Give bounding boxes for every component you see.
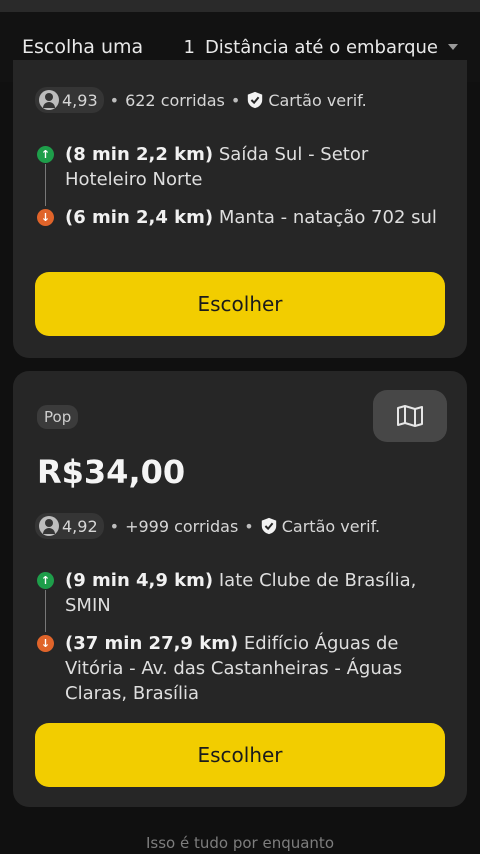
dropoff-stop: ↓ (37 min 27,9 km) Edifício Águas de Vit… xyxy=(35,631,445,706)
chevron-down-icon xyxy=(448,44,458,50)
choose-button[interactable]: Escolher xyxy=(35,723,445,787)
ride-count: 622 corridas xyxy=(125,90,225,110)
rating-badge: 4,92 xyxy=(35,513,104,539)
pickup-stop: ↑ (8 min 2,2 km) Saída Sul - Setor Hotel… xyxy=(35,142,445,192)
shield-check-icon xyxy=(261,517,276,535)
route: ↑ (9 min 4,9 km) Iate Clube de Brasília,… xyxy=(35,568,445,706)
shield-check-icon xyxy=(248,91,263,109)
price: R$34,00 xyxy=(37,453,186,491)
separator-dot: • xyxy=(230,90,241,110)
user-circle-icon xyxy=(39,90,59,110)
arrow-down-icon: ↓ xyxy=(37,209,54,226)
sort-label: Distância até o embarque xyxy=(204,36,438,58)
rating-badge: 4,93 xyxy=(35,87,104,113)
verified-label: Cartão verif. xyxy=(268,90,367,110)
status-bar xyxy=(0,0,480,12)
pickup-eta: (8 min 2,2 km) xyxy=(65,144,214,165)
verified-label: Cartão verif. xyxy=(281,516,381,536)
user-circle-icon xyxy=(39,516,59,536)
page-title: Escolha uma xyxy=(22,36,144,58)
sort-dropdown[interactable]: 1 Distância até o embarque xyxy=(183,37,458,58)
separator-dot: • xyxy=(244,516,254,536)
dropoff-eta: (37 min 27,9 km) xyxy=(65,633,239,654)
rating-value: 4,93 xyxy=(62,90,98,110)
dropoff-eta: (6 min 2,4 km) xyxy=(65,207,214,228)
category-badge: Pop xyxy=(37,405,79,429)
end-of-list-text: Isso é tudo por enquanto xyxy=(145,834,334,852)
arrow-up-icon: ↑ xyxy=(37,572,54,589)
ride-offer-card: Pop R$34,00 4,92 • +999 corridas • Cartã… xyxy=(13,371,467,807)
separator-dot: • xyxy=(109,90,120,110)
ride-offer-card: 4,93 • 622 corridas • Cartão verif. ↑ (8… xyxy=(13,60,467,358)
pickup-eta: (9 min 4,9 km) xyxy=(65,570,214,591)
rating-value: 4,92 xyxy=(62,516,98,536)
ride-count: +999 corridas xyxy=(125,516,239,536)
route: ↑ (8 min 2,2 km) Saída Sul - Setor Hotel… xyxy=(35,142,445,230)
map-button[interactable] xyxy=(373,390,447,442)
driver-meta: 4,92 • +999 corridas • Cartão verif. xyxy=(35,513,380,539)
choose-button[interactable]: Escolher xyxy=(35,272,445,336)
pickup-stop: ↑ (9 min 4,9 km) Iate Clube de Brasília,… xyxy=(35,568,445,618)
dropoff-stop: ↓ (6 min 2,4 km) Manta - natação 702 sul xyxy=(35,205,445,230)
arrow-down-icon: ↓ xyxy=(37,635,54,652)
arrow-up-icon: ↑ xyxy=(37,146,54,163)
separator-dot: • xyxy=(109,516,120,536)
driver-meta: 4,93 • 622 corridas • Cartão verif. xyxy=(35,87,367,113)
dropoff-place: Manta - natação 702 sul xyxy=(218,207,437,228)
sort-count: 1 xyxy=(183,36,195,58)
map-icon xyxy=(397,405,423,427)
